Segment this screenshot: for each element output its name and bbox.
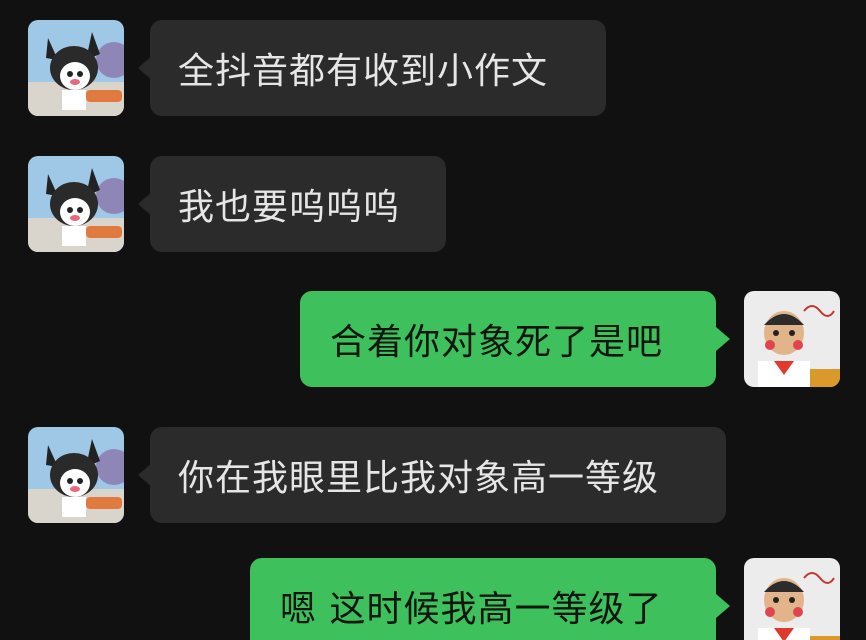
contact-avatar[interactable]	[28, 156, 124, 252]
self-avatar[interactable]	[744, 558, 840, 640]
cartoon-bunny-avatar-icon	[28, 427, 124, 523]
bubble-tail	[716, 594, 730, 618]
message-bubble-incoming[interactable]: 我也要呜呜呜	[150, 156, 446, 252]
contact-avatar[interactable]	[28, 20, 124, 116]
bubble-tail	[716, 327, 730, 351]
cartoon-bunny-avatar-icon	[28, 20, 124, 116]
message-bubble-outgoing[interactable]: 嗯 这时候我高一等级了	[250, 558, 716, 640]
self-avatar[interactable]	[744, 291, 840, 387]
message-text: 你在我眼里比我对象高一等级	[178, 458, 660, 499]
message-text: 合着你对象死了是吧	[330, 322, 664, 363]
contact-avatar[interactable]	[28, 427, 124, 523]
message-bubble-outgoing[interactable]: 合着你对象死了是吧	[300, 291, 716, 387]
message-bubble-incoming[interactable]: 全抖音都有收到小作文	[150, 20, 606, 116]
message-row: 我也要呜呜呜	[0, 156, 866, 252]
message-row: 全抖音都有收到小作文	[0, 20, 866, 116]
message-text: 嗯 这时候我高一等级了	[280, 589, 663, 630]
cartoon-bunny-avatar-icon	[28, 156, 124, 252]
photo-avatar-icon	[744, 558, 840, 640]
message-row: 你在我眼里比我对象高一等级	[0, 427, 866, 523]
message-row: 合着你对象死了是吧	[0, 291, 866, 387]
message-text: 我也要呜呜呜	[178, 187, 401, 228]
message-row: 嗯 这时候我高一等级了	[0, 558, 866, 640]
message-text: 全抖音都有收到小作文	[178, 51, 549, 92]
photo-avatar-icon	[744, 291, 840, 387]
message-bubble-incoming[interactable]: 你在我眼里比我对象高一等级	[150, 427, 726, 523]
